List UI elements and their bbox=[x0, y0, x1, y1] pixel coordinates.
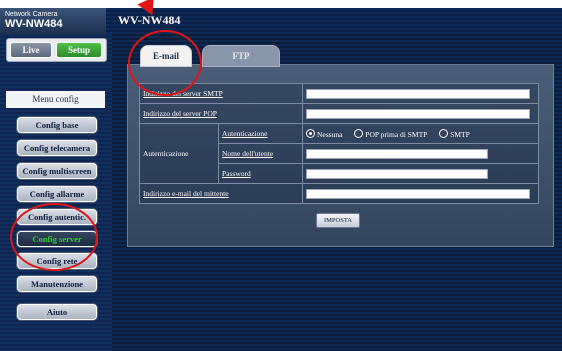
password-label-text: Password bbox=[222, 169, 251, 178]
auth-radio-pop-label: POP prima di SMTP bbox=[365, 129, 428, 139]
pop-server-cell bbox=[302, 103, 539, 124]
setup-button[interactable]: Setup bbox=[56, 42, 102, 58]
brand-subtitle: Network Camera bbox=[5, 11, 58, 18]
radio-icon bbox=[354, 128, 364, 138]
table-row: Indirizzo e-mail del mittente bbox=[139, 183, 539, 204]
sender-email-label: Indirizzo e-mail del mittente bbox=[139, 183, 303, 204]
password-input[interactable] bbox=[306, 168, 488, 179]
brand-model: WV-NW484 bbox=[5, 18, 63, 30]
sender-email-cell bbox=[302, 183, 539, 204]
tab-ftp[interactable]: FTP bbox=[202, 45, 280, 67]
brand-logo: Network Camera WV-NW484 bbox=[0, 8, 106, 34]
auth-radio-pop-before-smtp[interactable]: POP prima di SMTP bbox=[354, 128, 428, 139]
sidebar-item-config-allarme[interactable]: Config allarme bbox=[17, 186, 97, 202]
imposta-button[interactable]: IMPOSTA bbox=[316, 213, 360, 228]
sidebar-item-config-telecamera[interactable]: Config telecamera bbox=[17, 140, 97, 156]
pop-server-label-text: Indirizzo del server POP bbox=[143, 109, 217, 118]
auth-method-radios: Nessuna POP prima di SMTP SMTP bbox=[302, 123, 539, 144]
email-settings-form: Indirizzo del server SMTP Indirizzo del … bbox=[139, 83, 539, 204]
sidebar-item-config-multiscreen[interactable]: Config multiscreen bbox=[17, 163, 97, 179]
username-input[interactable] bbox=[306, 148, 488, 159]
smtp-server-input[interactable] bbox=[306, 88, 530, 99]
auth-method-label: Autenticazione bbox=[218, 123, 303, 144]
menu-config-title: Menu config bbox=[6, 91, 105, 108]
sender-email-input[interactable] bbox=[306, 188, 530, 199]
password-cell bbox=[302, 163, 539, 184]
live-button[interactable]: Live bbox=[10, 42, 52, 58]
sidebar-item-config-base[interactable]: Config base bbox=[17, 117, 97, 133]
auth-group-label: Autenticazione bbox=[139, 123, 219, 184]
auth-radio-nessuna-label: Nessuna bbox=[317, 129, 343, 139]
auth-radio-smtp[interactable]: SMTP bbox=[439, 128, 470, 139]
sender-email-label-text: Indirizzo e-mail del mittente bbox=[143, 189, 229, 198]
radio-selected-icon bbox=[306, 128, 315, 138]
pop-server-label: Indirizzo del server POP bbox=[139, 103, 303, 124]
username-label-text: Nome dell'utente bbox=[222, 149, 274, 158]
table-row: Indirizzo del server SMTP bbox=[139, 83, 539, 104]
auth-radio-nessuna[interactable]: Nessuna bbox=[306, 128, 343, 139]
smtp-server-cell bbox=[302, 83, 539, 104]
sidebar-item-aiuto[interactable]: Aiuto bbox=[17, 304, 97, 320]
annotation-circle-menu bbox=[10, 203, 98, 271]
auth-method-label-text: Autenticazione bbox=[222, 129, 268, 138]
auth-radio-smtp-label: SMTP bbox=[450, 129, 470, 139]
annotation-circle-tab bbox=[128, 30, 202, 96]
radio-icon bbox=[439, 128, 449, 138]
pop-server-input[interactable] bbox=[306, 108, 530, 119]
username-label: Nome dell'utente bbox=[218, 143, 303, 164]
table-row: Autenticazione Autenticazione Nessuna PO… bbox=[139, 123, 539, 184]
password-label: Password bbox=[218, 163, 303, 184]
sidebar-item-manutenzione[interactable]: Manutenzione bbox=[17, 276, 97, 292]
username-cell bbox=[302, 143, 539, 164]
table-row: Indirizzo del server POP bbox=[139, 103, 539, 124]
